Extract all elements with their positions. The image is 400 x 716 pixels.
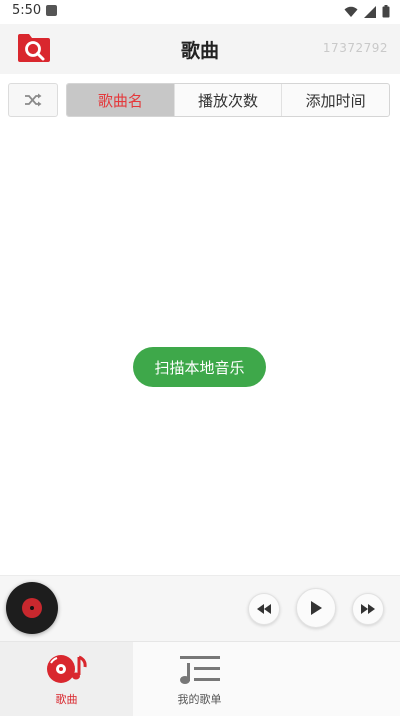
battery-icon xyxy=(382,5,390,18)
tab-play-count[interactable]: 播放次数 xyxy=(173,84,282,116)
tab-song-name[interactable]: 歌曲名 xyxy=(67,84,174,116)
shuffle-button[interactable] xyxy=(8,83,58,117)
user-id: 17372792 xyxy=(322,41,388,55)
play-icon xyxy=(311,601,322,615)
app-header: 歌曲 17372792 xyxy=(0,24,400,74)
nav-item-songs[interactable]: 歌曲 xyxy=(0,642,133,716)
nav-item-third[interactable] xyxy=(266,642,399,716)
status-time: 5:50 xyxy=(12,3,42,18)
next-button[interactable] xyxy=(352,593,384,625)
fast-forward-icon xyxy=(361,604,375,614)
status-icons xyxy=(344,5,390,18)
status-bar: 5:50 xyxy=(0,0,400,24)
wifi-icon xyxy=(344,6,358,17)
signal-icon xyxy=(364,5,376,18)
nav-label-songs: 歌曲 xyxy=(55,692,78,706)
music-disc-icon xyxy=(46,654,87,683)
rewind-icon xyxy=(257,604,271,614)
sort-tabs: 歌曲名 播放次数 添加时间 xyxy=(66,83,390,117)
disc-label xyxy=(22,598,42,618)
bottom-nav: 歌曲 我的歌单 xyxy=(0,641,400,716)
a-icon xyxy=(46,5,57,16)
play-button[interactable] xyxy=(296,588,336,628)
shuffle-icon xyxy=(25,93,42,107)
player-bar xyxy=(0,575,400,641)
previous-button[interactable] xyxy=(248,593,280,625)
playlist-icon xyxy=(179,655,220,684)
nav-item-my-playlists[interactable]: 我的歌单 xyxy=(133,642,266,716)
tab-added-time[interactable]: 添加时间 xyxy=(281,84,389,116)
album-disc[interactable] xyxy=(6,582,58,634)
nav-label-my-playlists: 我的歌单 xyxy=(177,692,222,706)
disc-hole xyxy=(30,606,34,610)
scan-local-music-button[interactable]: 扫描本地音乐 xyxy=(133,347,266,387)
